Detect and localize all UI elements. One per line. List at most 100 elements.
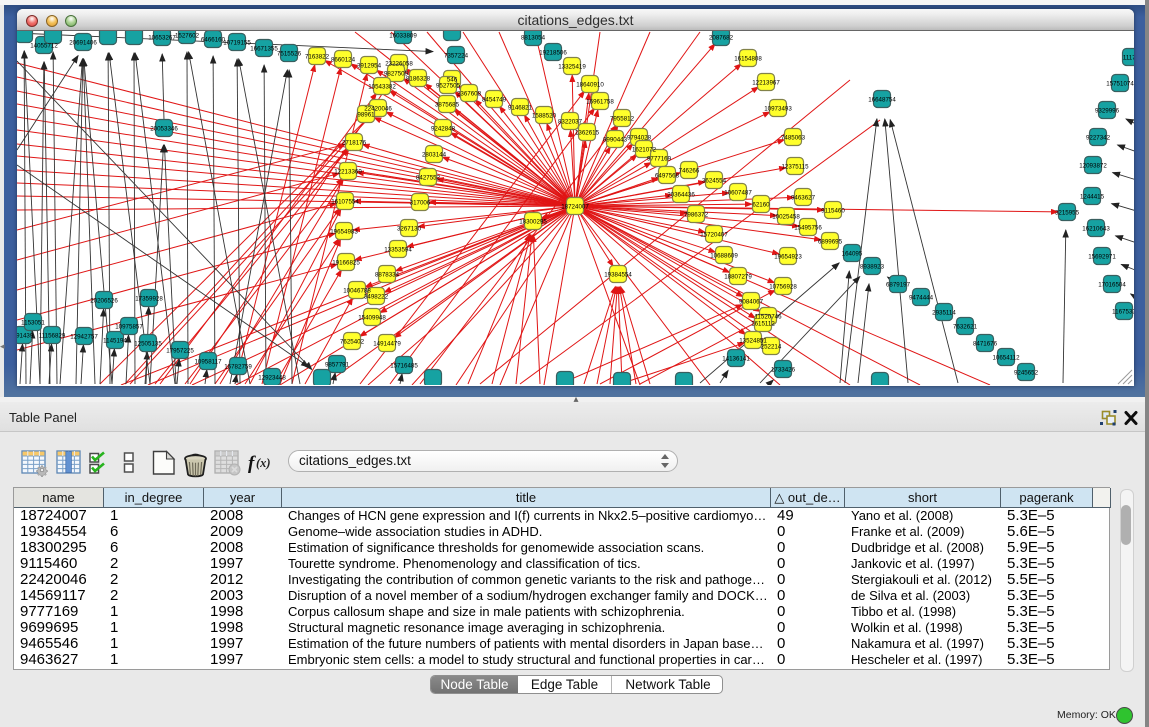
svg-text:19166825: 19166825 [332, 260, 360, 267]
svg-text:7986372: 7986372 [684, 212, 709, 219]
svg-text:3624554: 3624554 [702, 178, 727, 185]
svg-text:20691406: 20691406 [69, 40, 97, 47]
svg-text:16648754: 16648754 [868, 97, 896, 104]
svg-text:8938923: 8938923 [860, 264, 885, 271]
svg-text:19218506: 19218506 [539, 50, 567, 57]
svg-text:9827509: 9827509 [384, 71, 409, 78]
svg-text:19654923: 19654923 [774, 254, 802, 261]
svg-text:f: f [248, 453, 256, 474]
svg-text:16033809: 16033809 [389, 33, 417, 40]
svg-text:9777169: 9777169 [647, 156, 672, 163]
svg-text:18807279: 18807279 [724, 274, 752, 281]
svg-text:317006: 317006 [410, 200, 431, 207]
svg-text:3267130: 3267130 [397, 226, 422, 233]
svg-text:18724007: 18724007 [561, 204, 589, 211]
svg-text:7632621: 7632621 [953, 324, 978, 331]
svg-text:7515526: 7515526 [277, 51, 302, 58]
svg-text:8878334: 8878334 [375, 272, 400, 279]
svg-text:8186328: 8186328 [406, 76, 431, 83]
svg-text:8454749: 8454749 [482, 97, 507, 104]
svg-text:18640910: 18640910 [576, 82, 604, 89]
svg-text:10025458: 10025458 [772, 214, 800, 221]
svg-text:8813054: 8813054 [521, 35, 546, 42]
svg-text:10973493: 10973493 [764, 106, 792, 113]
svg-text:8322037: 8322037 [558, 119, 583, 126]
svg-text:12942757: 12942757 [70, 334, 98, 341]
svg-text:10756928: 10756928 [769, 284, 797, 291]
svg-text:6497568: 6497568 [655, 173, 680, 180]
svg-text:10719155: 10719155 [223, 40, 251, 47]
svg-text:13353594: 13353594 [384, 247, 412, 254]
svg-text:8660124: 8660124 [331, 57, 356, 64]
svg-text:9329996: 9329996 [1095, 108, 1120, 115]
svg-text:10654112: 10654112 [992, 355, 1020, 362]
svg-text:14136141: 14136141 [722, 356, 750, 363]
svg-text:6879197: 6879197 [886, 282, 911, 289]
svg-text:7163822: 7163822 [305, 54, 330, 61]
svg-text:12375115: 12375115 [781, 164, 809, 171]
svg-text:164095: 164095 [842, 251, 863, 258]
svg-text:20364436: 20364436 [667, 192, 695, 199]
svg-text:2718176: 2718176 [342, 140, 367, 147]
svg-text:1244415: 1244415 [1080, 194, 1105, 201]
svg-text:17957225: 17957225 [166, 348, 194, 355]
svg-text:6466160: 6466160 [201, 37, 226, 44]
svg-text:98961: 98961 [357, 112, 375, 119]
svg-text:16154808: 16154808 [734, 56, 762, 63]
svg-text:1621072: 1621072 [632, 147, 657, 154]
svg-text:12093872: 12093872 [1079, 163, 1107, 170]
svg-text:12213967: 12213967 [752, 80, 780, 87]
svg-text:10975857: 10975857 [115, 324, 143, 331]
svg-text:3498222: 3498222 [364, 294, 389, 301]
svg-text:8471676: 8471676 [973, 341, 998, 348]
svg-text:2803144: 2803144 [422, 152, 447, 159]
svg-text:3912954: 3912954 [357, 63, 382, 70]
svg-text:7625402: 7625402 [340, 339, 365, 346]
svg-text:23226058: 23226058 [385, 61, 413, 68]
svg-text:10607487: 10607487 [724, 190, 752, 197]
svg-text:2087682: 2087682 [709, 35, 734, 42]
svg-text:14055712: 14055712 [30, 43, 58, 50]
svg-text:1527602: 1527602 [175, 33, 200, 40]
svg-text:9227342: 9227342 [1086, 135, 1111, 142]
svg-text:3875685: 3875685 [435, 102, 460, 109]
svg-text:11174: 11174 [1123, 55, 1134, 62]
svg-text:7357224: 7357224 [444, 53, 469, 60]
svg-text:16782759: 16782759 [224, 364, 252, 371]
svg-text:746266: 746266 [679, 168, 700, 175]
svg-text:19654983: 19654983 [330, 229, 358, 236]
svg-text:9474444: 9474444 [909, 295, 934, 302]
svg-text:15720407: 15720407 [700, 232, 728, 239]
svg-text:16210643: 16210643 [1082, 226, 1110, 233]
svg-text:9794028: 9794028 [627, 135, 652, 142]
svg-text:1167533: 1167533 [1112, 309, 1134, 316]
svg-text:12505135: 12505135 [134, 341, 162, 348]
svg-text:15692971: 15692971 [1088, 254, 1116, 261]
svg-text:15495756: 15495756 [794, 225, 822, 232]
svg-text:10958117: 10958117 [194, 359, 222, 366]
svg-text:20053346: 20053346 [150, 126, 178, 133]
svg-text:1145194: 1145194 [103, 338, 127, 345]
svg-text:10688609: 10688609 [710, 253, 738, 260]
svg-text:14914479: 14914479 [373, 341, 401, 348]
svg-text:2935114: 2935114 [932, 310, 956, 317]
svg-text:8990443: 8990443 [603, 137, 628, 144]
svg-text:1588520: 1588520 [532, 113, 557, 120]
svg-text:6899695: 6899695 [818, 239, 843, 246]
svg-text:1733426: 1733426 [771, 367, 796, 374]
svg-text:18300295: 18300295 [519, 219, 547, 226]
svg-text:16107554: 16107554 [331, 199, 359, 206]
svg-text:3215955: 3215955 [1055, 210, 1080, 217]
svg-text:252214: 252214 [761, 344, 782, 351]
svg-text:9242848: 9242848 [431, 126, 456, 133]
svg-text:11520746: 11520746 [754, 314, 782, 321]
svg-text:9084067: 9084067 [739, 299, 764, 306]
svg-text:1153051: 1153051 [21, 320, 45, 327]
svg-text:1362615: 1362615 [575, 130, 600, 137]
svg-text:13325419: 13325419 [558, 64, 586, 71]
svg-text:9245652: 9245652 [1014, 370, 1039, 377]
svg-text:12213369: 12213369 [334, 169, 362, 176]
svg-text:16961758: 16961758 [586, 99, 614, 106]
svg-text:17016504: 17016504 [1098, 282, 1126, 289]
svg-text:11156829: 11156829 [39, 333, 66, 340]
